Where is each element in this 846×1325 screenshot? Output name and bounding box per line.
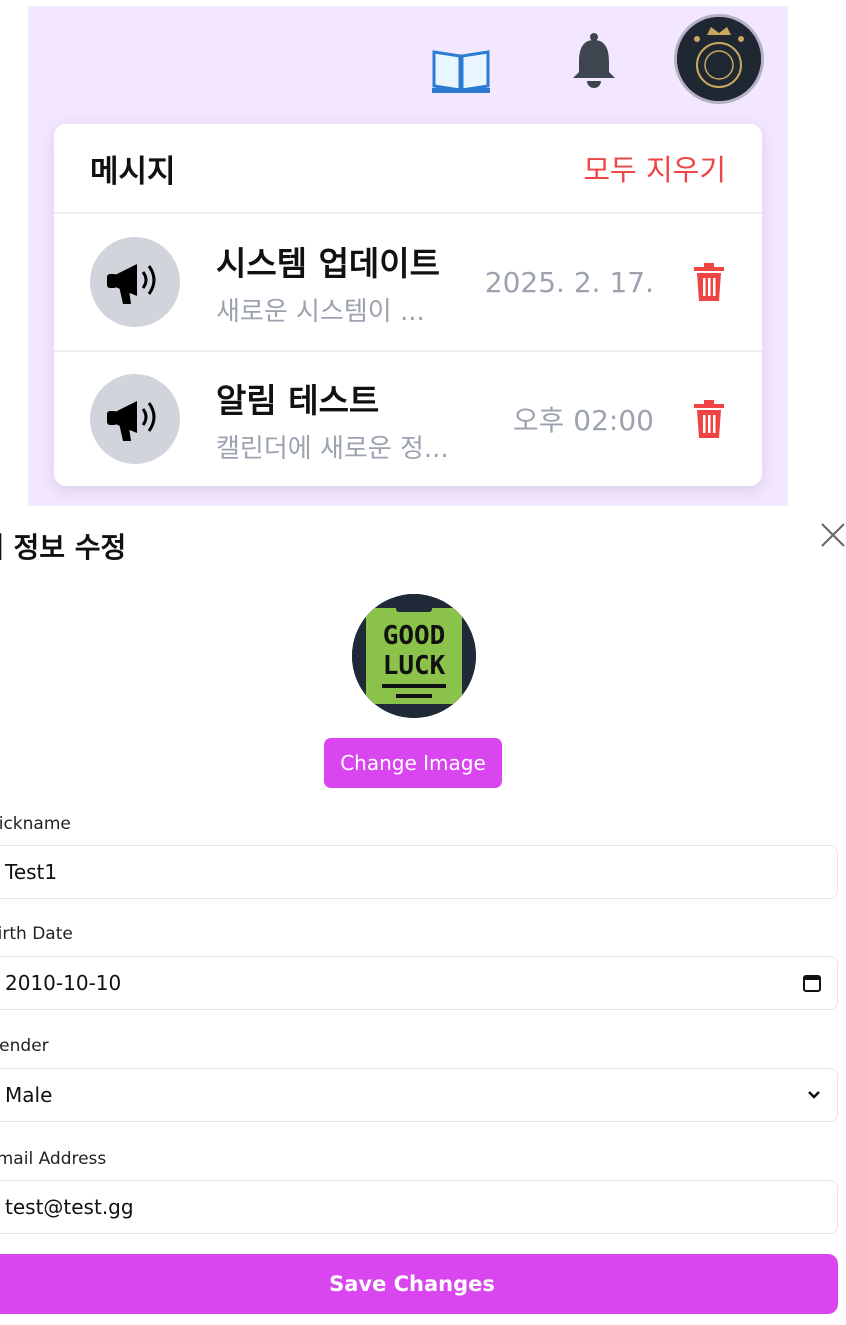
nickname-input[interactable]: Test1 (0, 845, 838, 899)
calendar-icon[interactable] (803, 974, 821, 992)
gender-value: Male (5, 1083, 53, 1107)
profile-avatar: GOOD LUCK (352, 594, 476, 718)
clear-all-button[interactable]: 모두 지우기 (583, 147, 726, 189)
trash-icon[interactable] (694, 400, 724, 438)
email-input[interactable]: test@test.gg (0, 1180, 838, 1234)
megaphone-icon (90, 237, 180, 327)
message-preview: 새로운 시스템이 ... (216, 296, 425, 327)
birth-date-input[interactable]: 2010-10-10 (0, 956, 838, 1010)
message-preview: 캘린더에 새로운 정... (216, 433, 449, 464)
megaphone-icon (90, 374, 180, 464)
bell-icon[interactable] (566, 30, 622, 92)
message-time: 2025. 2. 17. (484, 265, 654, 299)
message-time: 오후 02:00 (512, 404, 654, 437)
messages-header: 메시지 모두 지우기 (54, 124, 762, 214)
avatar-text-luck: LUCK (383, 651, 446, 681)
close-icon[interactable] (818, 520, 846, 550)
edit-profile-title: 내 정보 수정 (0, 531, 127, 564)
message-title: 시스템 업데이트 (216, 243, 441, 283)
book-icon[interactable] (430, 44, 492, 96)
chevron-down-icon (808, 1091, 820, 1099)
message-item[interactable]: 시스템 업데이트 새로운 시스템이 ... 2025. 2. 17. (54, 214, 762, 350)
messages-title: 메시지 (90, 153, 176, 190)
gender-select[interactable]: Male (0, 1068, 838, 1122)
birth-date-value: 2010-10-10 (5, 971, 122, 995)
messages-panel: 메시지 모두 지우기 시스템 업데이트 새로운 시스템이 ... 2025. 2… (54, 124, 762, 486)
nickname-value: Test1 (5, 860, 58, 884)
gender-label: Gender (0, 1036, 49, 1056)
user-avatar[interactable] (674, 14, 764, 104)
message-item[interactable]: 알림 테스트 캘린더에 새로운 정... 오후 02:00 (54, 350, 762, 486)
nickname-label: Nickname (0, 814, 71, 834)
message-title: 알림 테스트 (216, 380, 380, 420)
avatar-text-good: GOOD (383, 621, 446, 651)
email-label: Email Address (0, 1149, 107, 1169)
email-value: test@test.gg (5, 1195, 134, 1219)
birth-date-label: Birth Date (0, 924, 73, 944)
notification-area: 메시지 모두 지우기 시스템 업데이트 새로운 시스템이 ... 2025. 2… (28, 6, 788, 506)
change-image-button[interactable]: Change Image (324, 738, 502, 788)
trash-icon[interactable] (694, 263, 724, 301)
save-changes-button[interactable]: Save Changes (0, 1254, 838, 1314)
